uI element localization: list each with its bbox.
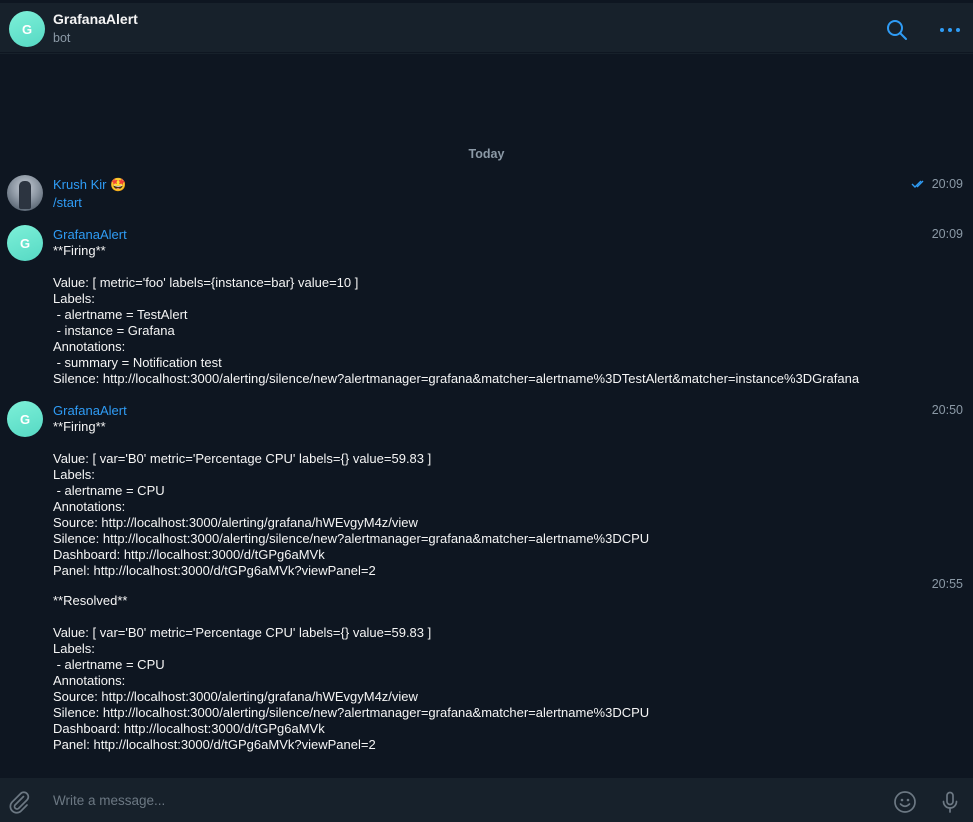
chat-header: G GrafanaAlert bot: [0, 0, 973, 53]
message[interactable]: 20:55 **Resolved** Value: [ var='B0' met…: [0, 575, 973, 755]
message-sender[interactable]: Krush Kir 🤩: [53, 177, 126, 193]
message-time: 20:50: [931, 403, 963, 417]
message-text: **Firing** Value: [ metric='foo' labels=…: [53, 243, 860, 386]
paperclip-icon[interactable]: [7, 790, 31, 814]
message[interactable]: G GrafanaAlert 20:50 **Firing** Value: […: [0, 401, 973, 581]
chat-subtitle: bot: [53, 31, 71, 45]
message-text: **Resolved** Value: [ var='B0' metric='P…: [53, 593, 650, 752]
bot-avatar[interactable]: G: [7, 401, 43, 437]
message-sender[interactable]: GrafanaAlert: [53, 227, 127, 242]
message-composer: [0, 778, 973, 822]
microphone-icon[interactable]: [938, 790, 962, 814]
more-icon[interactable]: [938, 18, 962, 42]
search-icon[interactable]: [885, 18, 909, 42]
emoji-icon[interactable]: [893, 790, 917, 814]
message-input[interactable]: [53, 778, 833, 822]
bot-command-link[interactable]: /start: [53, 195, 82, 210]
bot-avatar[interactable]: G: [7, 225, 43, 261]
message-time: 20:09: [931, 227, 963, 241]
message-time: 20:09: [931, 177, 963, 191]
date-separator: Today: [468, 147, 505, 161]
message[interactable]: G GrafanaAlert 20:09 **Firing** Value: […: [0, 225, 973, 395]
message-sender[interactable]: GrafanaAlert: [53, 403, 127, 418]
message-time: 20:55: [931, 577, 963, 591]
double-check-icon: [911, 180, 924, 188]
message-text: **Firing** Value: [ var='B0' metric='Per…: [53, 419, 650, 578]
message[interactable]: Krush Kir 🤩 20:09 /start: [0, 175, 973, 215]
chat-avatar[interactable]: G: [9, 11, 45, 47]
user-avatar[interactable]: [7, 175, 43, 211]
message-list[interactable]: Today Krush Kir 🤩 20:09 /start G Grafana…: [0, 54, 973, 778]
chat-title[interactable]: GrafanaAlert: [53, 11, 138, 27]
